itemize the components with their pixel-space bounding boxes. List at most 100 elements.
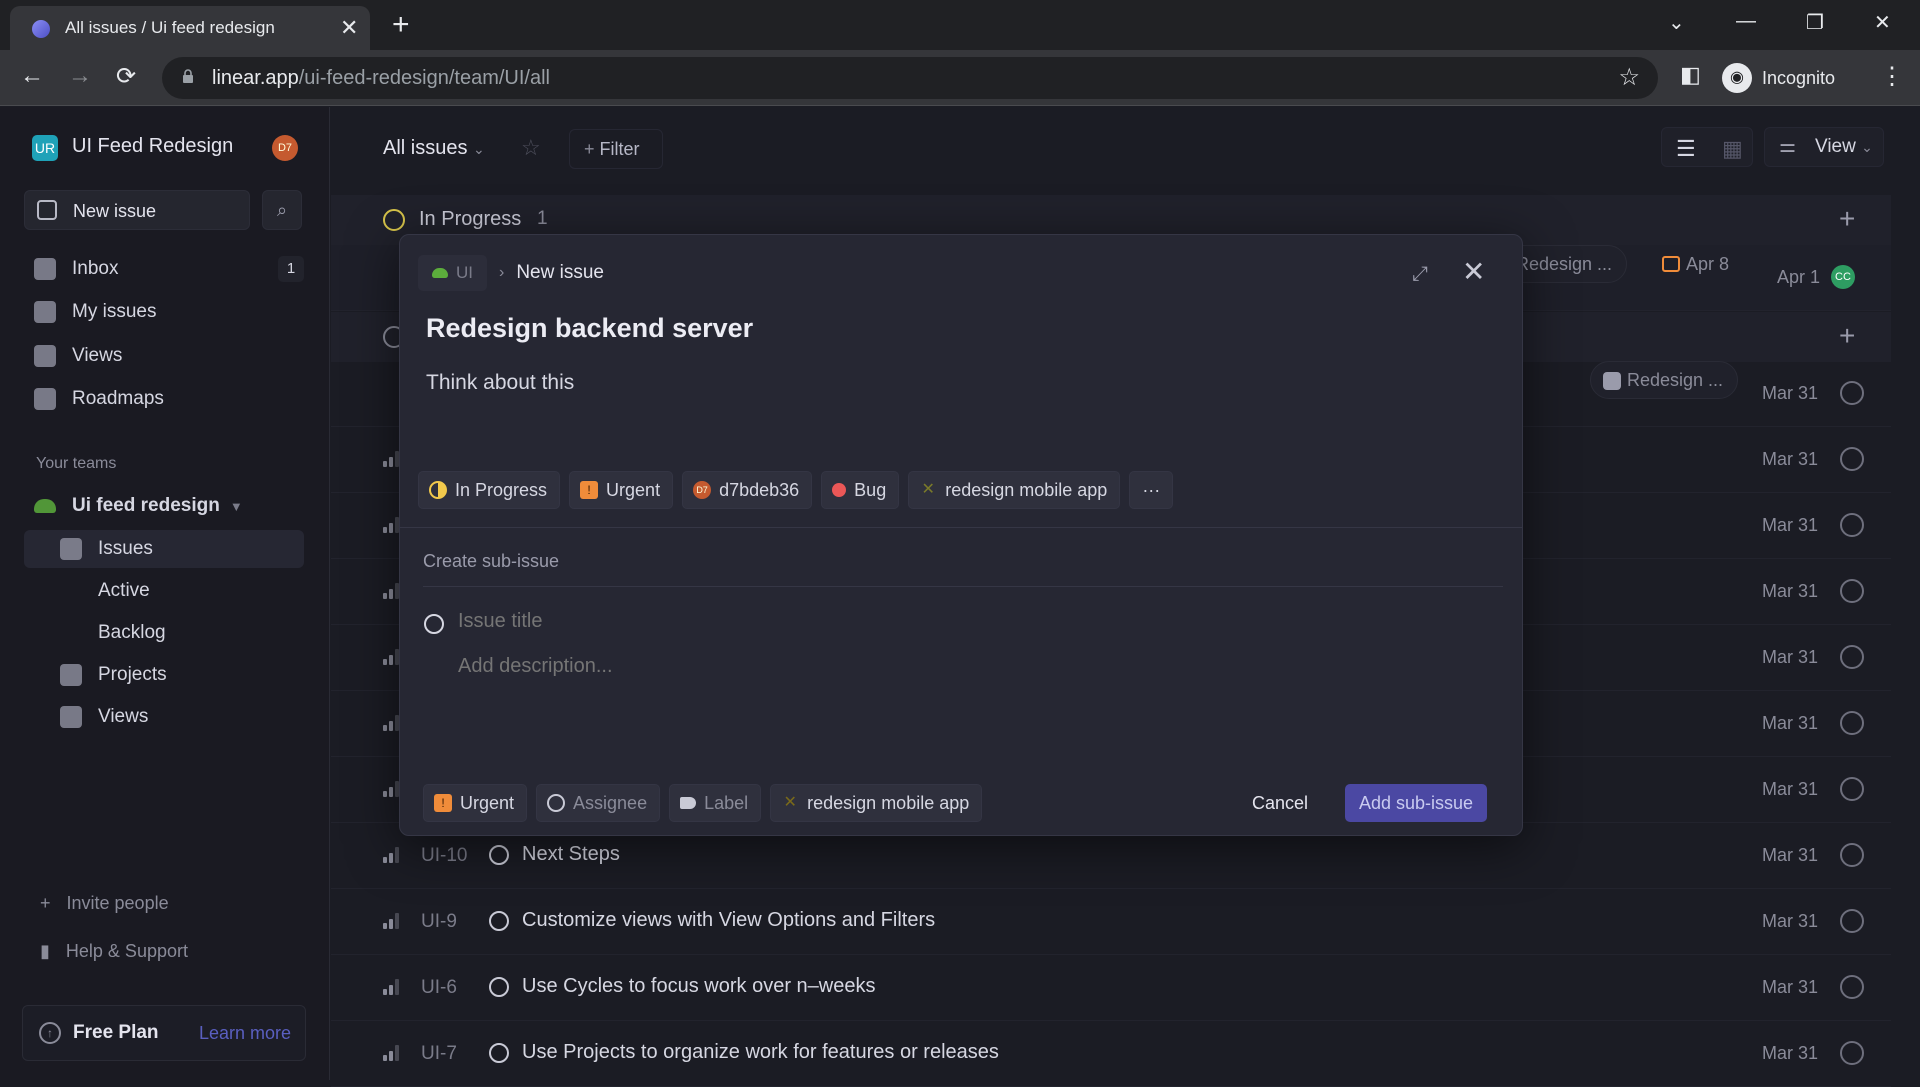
issue-title[interactable]: Use Projects to organize work for featur… xyxy=(522,1041,999,1064)
issue-title[interactable]: Next Steps xyxy=(522,843,620,866)
table-row[interactable]: UI-9 Customize views with View Options a… xyxy=(331,889,1891,955)
status-todo-icon[interactable] xyxy=(489,911,509,931)
workspace-logo[interactable]: UR xyxy=(32,135,58,161)
project-button[interactable]: ✕ redesign mobile app xyxy=(908,471,1121,509)
incognito-icon: ◉ xyxy=(1722,63,1752,93)
sub-priority-button[interactable]: ! Urgent xyxy=(423,784,528,822)
sidebar-item-backlog[interactable]: Backlog xyxy=(24,614,304,652)
board-view-icon[interactable]: ▦ xyxy=(1722,136,1743,162)
learn-more-link[interactable]: Learn more xyxy=(199,1023,291,1044)
new-tab-button[interactable]: + xyxy=(392,8,410,42)
sub-label-button[interactable]: Label xyxy=(669,784,762,822)
calendar-icon xyxy=(1662,256,1680,272)
layout-toggle: ☰ ▦ xyxy=(1661,127,1753,167)
workspace-name[interactable]: UI Feed Redesign xyxy=(72,135,233,158)
add-issue-to-group-icon[interactable]: + xyxy=(1839,320,1855,352)
divider xyxy=(400,527,1522,528)
assignee-avatar-empty[interactable] xyxy=(1840,777,1864,801)
invite-people-link[interactable]: + Invite people xyxy=(40,893,169,914)
side-panel-icon[interactable]: ◧ xyxy=(1680,62,1701,88)
tab-close-icon[interactable]: ✕ xyxy=(340,15,358,41)
add-sub-issue-button[interactable]: Add sub-issue xyxy=(1345,784,1488,822)
project-icon: ✕ xyxy=(783,794,797,811)
sidebar-item-team-views[interactable]: Views xyxy=(24,698,304,736)
team-selector[interactable]: UI xyxy=(418,255,487,291)
urgent-icon: ! xyxy=(434,794,452,812)
sub-issue-description-input[interactable] xyxy=(458,655,1358,678)
breadcrumb: UI › New issue xyxy=(418,255,604,291)
restore-button[interactable]: ❐ xyxy=(1806,10,1824,35)
browser-menu-icon[interactable]: ⋮ xyxy=(1880,62,1904,91)
assignee-avatar-empty[interactable] xyxy=(1840,447,1864,471)
status-todo-icon[interactable] xyxy=(489,977,509,997)
assignee-avatar-empty[interactable] xyxy=(1840,909,1864,933)
issue-description-input[interactable]: Think about this xyxy=(426,371,574,395)
new-issue-label: New issue xyxy=(73,201,157,221)
sidebar-item-views[interactable]: Views xyxy=(24,337,304,375)
minimize-button[interactable]: — xyxy=(1736,10,1756,33)
due-date-chip[interactable]: Apr 8 xyxy=(1649,245,1744,283)
sub-issue-status-icon[interactable] xyxy=(424,614,444,634)
help-support-link[interactable]: ▮ Help & Support xyxy=(40,941,188,962)
inbox-icon xyxy=(34,258,56,280)
favorite-star-icon[interactable]: ☆ xyxy=(521,135,541,161)
table-row[interactable]: UI-7 Use Projects to organize work for f… xyxy=(331,1021,1891,1087)
upgrade-arrow-icon: ↑ xyxy=(39,1022,61,1044)
caret-down-icon: ▼ xyxy=(229,498,243,514)
status-todo-icon[interactable] xyxy=(489,845,509,865)
assignee-avatar-empty[interactable] xyxy=(1840,645,1864,669)
assignee-avatar-empty[interactable] xyxy=(1840,1041,1864,1065)
list-view-icon[interactable]: ☰ xyxy=(1676,136,1696,162)
more-options-button[interactable]: ··· xyxy=(1129,471,1174,509)
sidebar-item-projects[interactable]: Projects xyxy=(24,656,304,694)
browser-tab[interactable]: All issues / Ui feed redesign ✕ xyxy=(10,6,370,50)
issue-title[interactable]: Customize views with View Options and Fi… xyxy=(522,909,935,932)
team-cloud-icon xyxy=(34,499,56,513)
new-issue-button[interactable]: New issue xyxy=(24,190,250,230)
assignee-avatar-empty[interactable] xyxy=(1840,513,1864,537)
view-options-button[interactable]: ⚌ View ⌄ xyxy=(1764,127,1884,167)
user-avatar[interactable]: D7 xyxy=(272,135,298,161)
sub-assignee-button[interactable]: Assignee xyxy=(536,784,661,822)
search-button[interactable]: ⌕ xyxy=(262,190,302,230)
incognito-indicator[interactable]: ◉ Incognito xyxy=(1722,58,1835,98)
team-ui-feed-redesign[interactable]: Ui feed redesign ▼ xyxy=(24,487,304,525)
issue-title-input[interactable]: Redesign backend server xyxy=(426,313,753,344)
tab-search-icon[interactable]: ⌄ xyxy=(1668,10,1685,35)
assignee-avatar[interactable]: CC xyxy=(1831,265,1855,289)
sidebar-item-inbox[interactable]: Inbox 1 xyxy=(24,250,304,288)
address-bar[interactable]: linear.app/ui-feed-redesign/team/UI/all … xyxy=(162,57,1658,99)
reload-button[interactable]: ⟳ xyxy=(116,62,136,91)
status-todo-icon[interactable] xyxy=(489,1043,509,1063)
sidebar-item-my-issues[interactable]: My issues xyxy=(24,293,304,331)
filter-button[interactable]: + Filter xyxy=(569,129,663,169)
assignee-avatar-empty[interactable] xyxy=(1840,843,1864,867)
bookmark-star-icon[interactable]: ☆ xyxy=(1618,63,1640,92)
sidebar-item-roadmaps[interactable]: Roadmaps xyxy=(24,380,304,418)
assignee-avatar-empty[interactable] xyxy=(1840,579,1864,603)
priority-button[interactable]: ! Urgent xyxy=(569,471,674,509)
view-title-dropdown[interactable]: All issues ⌄ xyxy=(383,137,485,160)
cancel-button[interactable]: Cancel xyxy=(1238,784,1322,822)
sidebar-item-active[interactable]: Active xyxy=(24,572,304,610)
assignee-avatar-empty[interactable] xyxy=(1840,975,1864,999)
close-icon[interactable]: ✕ xyxy=(1462,255,1485,288)
status-button[interactable]: In Progress xyxy=(418,471,561,509)
sub-issue-title-input[interactable] xyxy=(458,610,1358,633)
table-row[interactable]: UI-6 Use Cycles to focus work over n–wee… xyxy=(331,955,1891,1021)
chevron-right-icon: › xyxy=(499,264,505,281)
project-chip[interactable]: Redesign ... xyxy=(1590,361,1739,399)
assignee-avatar-empty[interactable] xyxy=(1840,381,1864,405)
sub-project-button[interactable]: ✕ redesign mobile app xyxy=(770,784,983,822)
breadcrumb-current: New issue xyxy=(516,262,604,283)
label-button[interactable]: Bug xyxy=(821,471,900,509)
assignee-button[interactable]: D7 d7bdeb36 xyxy=(682,471,813,509)
issue-title[interactable]: Use Cycles to focus work over n–weeks xyxy=(522,975,875,998)
sidebar-item-issues[interactable]: Issues xyxy=(24,530,304,568)
back-button[interactable]: ← xyxy=(20,62,44,90)
forward-button[interactable]: → xyxy=(68,62,92,90)
add-issue-to-group-icon[interactable]: + xyxy=(1839,203,1855,235)
expand-icon[interactable]: ⤢ xyxy=(1412,263,1428,286)
window-close-button[interactable]: ✕ xyxy=(1874,10,1891,35)
assignee-avatar-empty[interactable] xyxy=(1840,711,1864,735)
